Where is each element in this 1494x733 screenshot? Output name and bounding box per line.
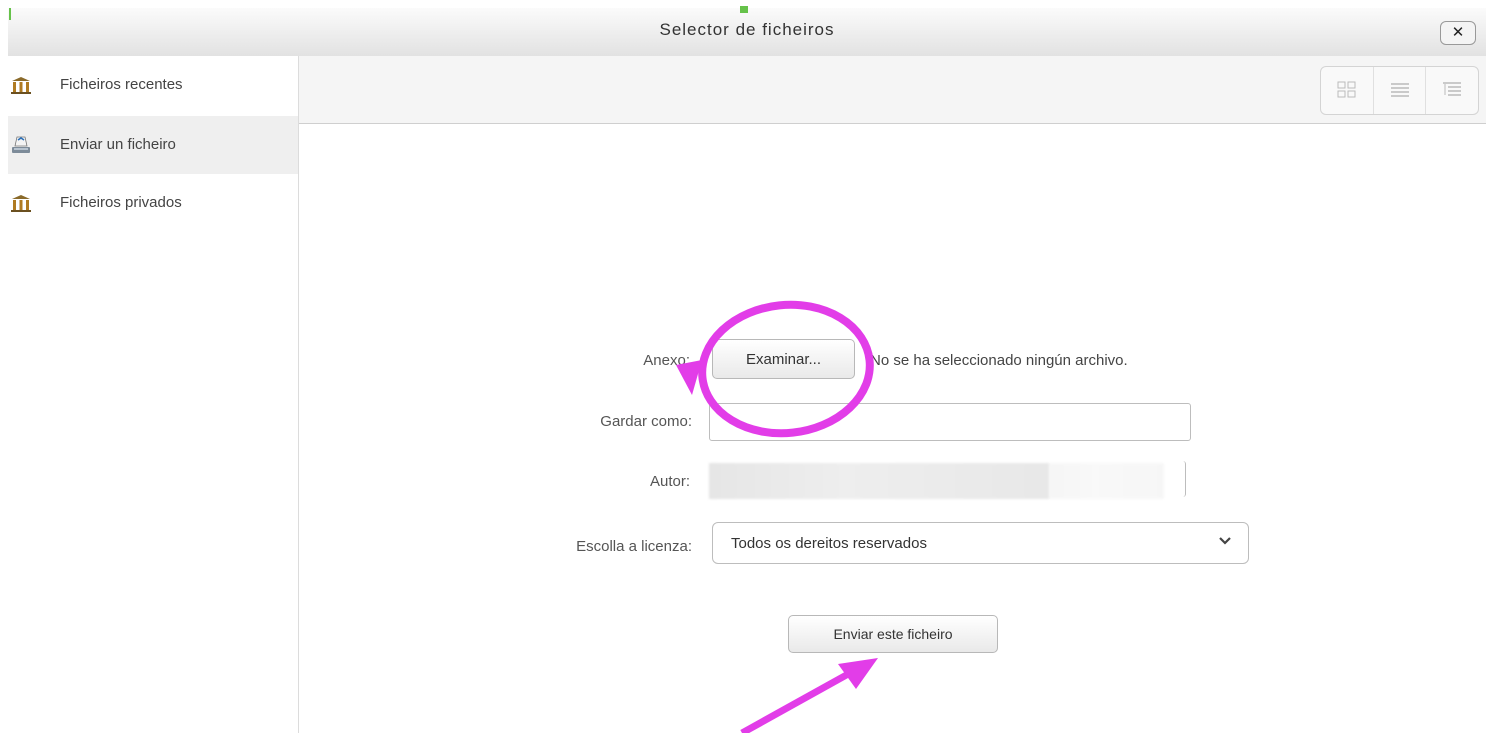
repository-sidebar: Ficheiros recentes Enviar un ficheiro Fi…	[8, 56, 298, 733]
no-file-selected-text: No se ha seleccionado ningún archivo.	[870, 352, 1128, 369]
upload-file-button[interactable]: Enviar este ficheiro	[788, 615, 998, 653]
browse-button[interactable]: Examinar...	[712, 339, 855, 379]
pointer-arrow	[740, 669, 852, 733]
sidebar-item-private-files[interactable]: Ficheiros privados	[8, 174, 298, 232]
sidebar-item-upload-file[interactable]: Enviar un ficheiro	[8, 116, 298, 174]
arrow-head	[838, 658, 878, 689]
license-label: Escolla a licenza:	[576, 538, 692, 555]
edge-marker	[9, 8, 11, 20]
grid-view-icon	[1337, 81, 1356, 98]
resize-marker	[740, 6, 748, 13]
chevron-down-icon	[1219, 537, 1231, 545]
author-label: Autor:	[649, 473, 690, 490]
list-view-icon	[1391, 83, 1409, 97]
sidebar-item-label: Ficheiros recentes	[60, 76, 183, 93]
save-as-input[interactable]	[709, 403, 1191, 441]
view-switcher	[1320, 66, 1479, 115]
save-as-label: Gardar como:	[600, 413, 692, 430]
license-select[interactable]: Todos os dereitos reservados	[712, 522, 1249, 564]
sidebar-item-label: Ficheiros privados	[60, 194, 182, 211]
sidebar-divider	[298, 56, 299, 733]
list-view-button[interactable]	[1373, 67, 1426, 114]
tree-view-button[interactable]	[1425, 67, 1478, 114]
sidebar-item-label: Enviar un ficheiro	[60, 136, 176, 153]
author-redacted	[1049, 463, 1164, 499]
license-select-value: Todos os dereitos reservados	[731, 535, 927, 552]
attachment-label: Anexo:	[643, 352, 690, 369]
grid-view-button[interactable]	[1321, 67, 1373, 114]
dialog-titlebar: Selector de ficheiros ✕	[8, 8, 1486, 57]
author-redacted	[709, 463, 1049, 499]
tree-view-icon	[1443, 82, 1461, 96]
upload-icon	[12, 136, 30, 153]
sidebar-item-recent-files[interactable]: Ficheiros recentes	[8, 56, 298, 114]
dialog-title: Selector de ficheiros	[659, 20, 835, 39]
close-button[interactable]: ✕	[1440, 21, 1476, 45]
repository-icon	[11, 195, 31, 212]
file-toolbar	[299, 56, 1486, 124]
repository-icon	[11, 77, 31, 94]
